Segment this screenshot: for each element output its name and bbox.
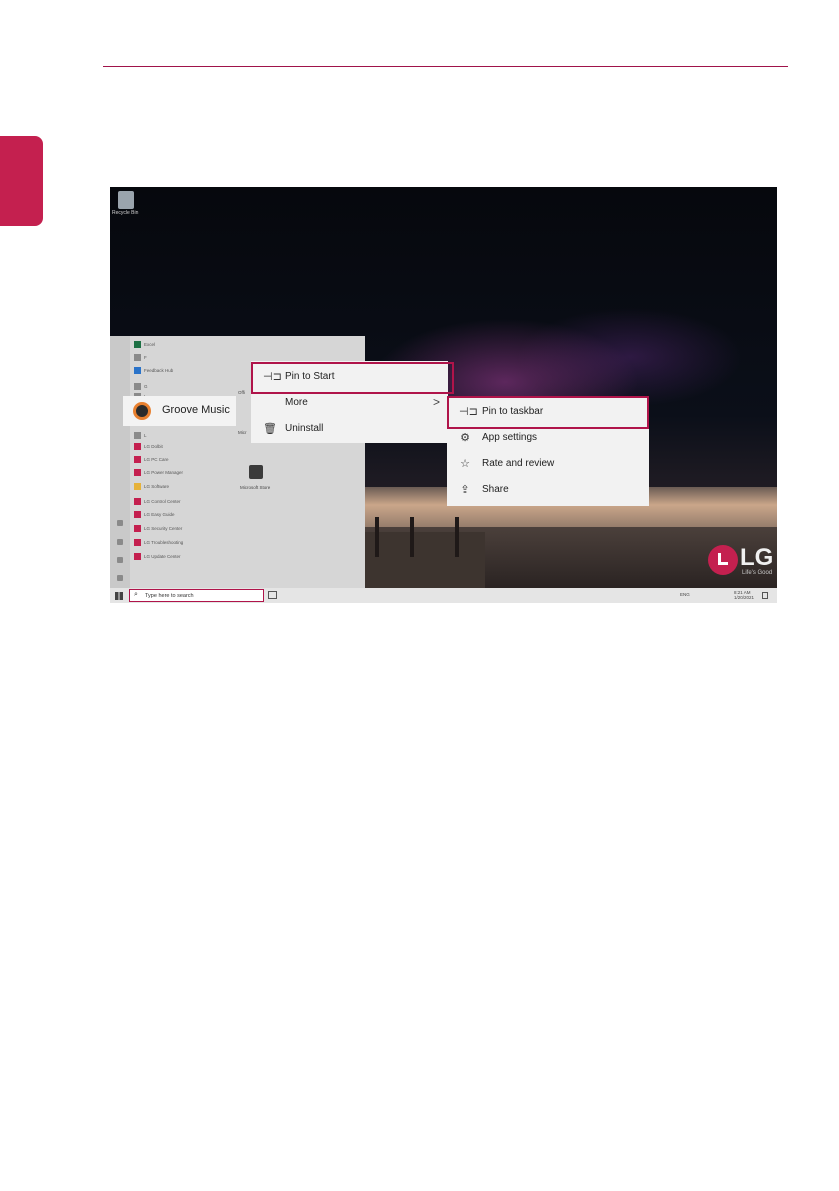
start-app-label: LG Power Manager [144, 470, 184, 475]
start-menu-rail [110, 336, 130, 588]
store-icon[interactable] [249, 465, 263, 479]
more-label: More [285, 397, 308, 408]
trash-icon: 🗑 [263, 423, 277, 435]
excel-icon [134, 341, 141, 349]
chapter-tab [0, 136, 43, 226]
start-app-label: LG Dolbit [144, 444, 163, 449]
documents-icon[interactable] [117, 520, 123, 526]
page-header-rule [103, 66, 788, 67]
pin-to-taskbar-label: Pin to taskbar [482, 406, 544, 417]
start-app-item[interactable]: LG Control Center [134, 498, 181, 506]
tile-label-partial: Offi [238, 390, 245, 395]
start-app-item[interactable]: LG Software [134, 483, 169, 491]
start-app-item[interactable]: Excel [134, 341, 155, 349]
letter-header [134, 432, 141, 440]
start-app-label: L [144, 433, 147, 438]
start-app-label: F [144, 355, 147, 360]
start-app-label: LG Control Center [144, 499, 181, 504]
groove-music-item[interactable]: Groove Music [123, 396, 236, 426]
search-placeholder: Type here to search [145, 592, 194, 599]
start-app-label: LG Easy Guide [144, 512, 175, 517]
pin-to-taskbar-item[interactable]: ⊣⊐ Pin to taskbar [447, 399, 649, 425]
rate-and-review-item[interactable]: ☆ Rate and review [447, 451, 649, 477]
lg-icon [134, 469, 141, 477]
pin-to-start-item[interactable]: ⊣⊐ Pin to Start [251, 364, 448, 390]
start-app-label: LG Software [144, 484, 170, 489]
letter-header [134, 383, 141, 391]
context-menu: ⊣⊐ Pin to Start More > 🗑 Uninstall [251, 361, 448, 443]
start-app-label: LG PC Care [144, 457, 169, 462]
taskbar: ⌕ Type here to search ENG 8:21 AM 1/20/2… [110, 588, 777, 603]
tile-label-partial: Micr [238, 430, 247, 435]
folder-icon [134, 483, 141, 491]
start-app-item[interactable]: LG PC Care [134, 456, 169, 464]
windows-start-icon[interactable] [115, 592, 123, 600]
share-item[interactable]: ⇪ Share [447, 477, 649, 503]
pin-icon: ⊣⊐ [263, 371, 282, 383]
start-app-item[interactable]: G [134, 383, 148, 391]
windows-screenshot: Recycle Bin ExcelFFeedback HubGIIntel® G… [110, 187, 777, 603]
more-item[interactable]: More > [251, 390, 448, 416]
start-app-label: G [144, 384, 148, 389]
lg-logo-mark [718, 553, 728, 565]
lg-icon [134, 553, 141, 561]
start-app-label: LG Security Center [144, 526, 183, 531]
chevron-right-icon: > [432, 395, 440, 409]
start-app-label: LG Update Center [144, 554, 181, 559]
lg-icon [134, 525, 141, 533]
app-settings-label: App settings [482, 432, 538, 443]
start-app-item[interactable]: Feedback Hub [134, 367, 173, 375]
share-icon: ⇪ [460, 484, 470, 496]
start-app-label: LG Troubleshooting [144, 540, 184, 545]
lg-logo-text: LG [740, 544, 774, 571]
start-app-item[interactable]: LG Power Manager [134, 469, 183, 477]
power-icon[interactable] [117, 575, 123, 581]
lg-icon [134, 443, 141, 451]
groove-music-label: Groove Music [162, 404, 230, 416]
pin-to-start-label: Pin to Start [285, 371, 335, 382]
dock-post [410, 517, 414, 557]
start-app-item[interactable]: LG Update Center [134, 553, 181, 561]
lg-icon [134, 511, 141, 519]
star-icon: ☆ [460, 458, 470, 470]
system-tray-language[interactable]: ENG [680, 592, 690, 597]
start-app-item[interactable]: F [134, 354, 147, 362]
start-app-item[interactable]: LG Security Center [134, 525, 182, 533]
taskbar-search-box[interactable]: ⌕ Type here to search [129, 589, 264, 602]
uninstall-label: Uninstall [285, 423, 324, 434]
recycle-bin-icon[interactable] [118, 191, 134, 209]
taskbar-clock[interactable]: 8:21 AM 1/20/2021 [734, 590, 754, 600]
letter-header [134, 354, 141, 362]
lg-tagline: Life's Good [742, 570, 773, 576]
start-app-label: Excel [144, 342, 156, 347]
store-tile-label: Microsoft Store [240, 485, 271, 490]
groove-music-icon [133, 402, 151, 420]
notification-icon[interactable] [762, 592, 768, 599]
start-app-item[interactable]: LG Troubleshooting [134, 539, 183, 547]
start-app-item[interactable]: LG Easy Guide [134, 511, 175, 519]
start-app-label: Feedback Hub [144, 368, 174, 373]
clock-date: 1/20/2021 [734, 595, 755, 600]
feedback-icon [134, 367, 141, 375]
pin-icon: ⊣⊐ [459, 406, 478, 418]
recycle-bin-label: Recycle Bin [112, 210, 139, 216]
uninstall-item[interactable]: 🗑 Uninstall [251, 416, 448, 442]
more-submenu: ⊣⊐ Pin to taskbar ⚙ App settings ☆ Rate … [447, 396, 649, 506]
lg-icon [134, 539, 141, 547]
search-icon: ⌕ [134, 591, 138, 598]
start-app-item[interactable]: L [134, 432, 147, 440]
lg-icon [134, 498, 141, 506]
gear-icon: ⚙ [460, 432, 470, 444]
task-view-icon[interactable] [268, 591, 277, 599]
lg-icon [134, 456, 141, 464]
dock-post [375, 517, 379, 557]
share-label: Share [482, 484, 509, 495]
start-app-item[interactable]: LG Dolbit [134, 443, 163, 451]
pictures-icon[interactable] [117, 539, 123, 545]
settings-icon[interactable] [117, 557, 123, 563]
rate-and-review-label: Rate and review [482, 458, 555, 469]
app-settings-item[interactable]: ⚙ App settings [447, 425, 649, 451]
wallpaper-dock [365, 532, 485, 589]
dock-post [455, 517, 459, 557]
